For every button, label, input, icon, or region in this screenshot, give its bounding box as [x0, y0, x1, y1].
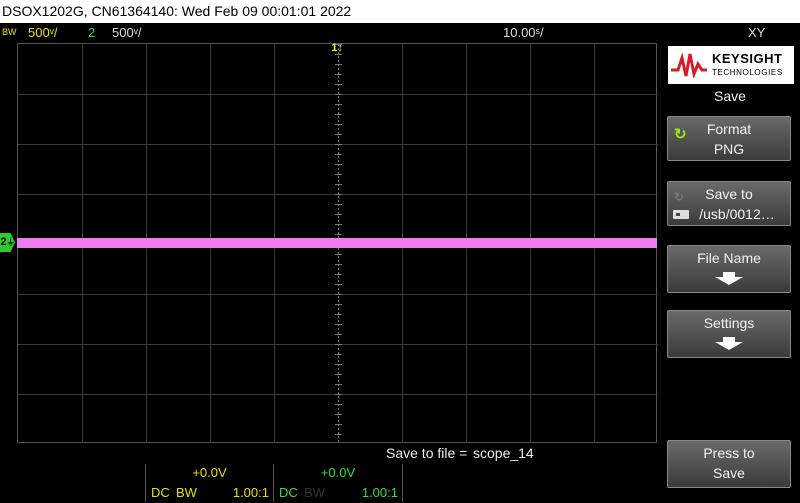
timebase-readout[interactable]: 10.00ˢ/: [503, 23, 544, 42]
ch2-scale[interactable]: 500ᵛ/: [112, 23, 141, 42]
save-message-filename: scope_14: [473, 445, 534, 461]
ch1-offset: +0.0V: [192, 465, 227, 480]
status-bar: BW 500ᵛ/ 2 500ᵛ/ 10.00ˢ/ XY: [0, 23, 800, 42]
trigger-arrow-icon: ↕: [337, 42, 343, 54]
logo-name: KEYSIGHT: [712, 51, 783, 66]
mode-readout[interactable]: XY: [748, 23, 765, 42]
ch1-scale[interactable]: 500ᵛ/: [28, 23, 57, 42]
ch2-trace: [17, 238, 657, 248]
bw-limit-tag: BW: [2, 27, 17, 37]
ground-icon: ⏚: [6, 238, 15, 247]
save-to-path: /usb/0012…: [699, 206, 775, 222]
format-value: PNG: [713, 141, 745, 157]
window-title: DSOX1202G, CN61364140: Wed Feb 09 00:01:…: [0, 0, 800, 23]
keysight-logo: KEYSIGHT TECHNOLOGIES: [668, 46, 794, 84]
logo-subtitle: TECHNOLOGIES: [712, 68, 783, 77]
ch2-ground-marker[interactable]: 2⏚: [0, 233, 15, 252]
save-label: Save: [713, 465, 745, 481]
keysight-wave-icon: [671, 52, 707, 78]
trigger-position-marker[interactable]: 1↕: [328, 43, 346, 59]
ch2-probe-ratio: 1.00:1: [361, 485, 398, 500]
press-to-save-softkey[interactable]: Press to Save: [667, 440, 791, 488]
ch1-bw-limit: BW: [176, 485, 197, 500]
ch2-bw-limit: BW: [304, 485, 325, 500]
ch1-probe-ratio: 1.00:1: [232, 485, 269, 500]
softkey-panel: KEYSIGHT TECHNOLOGIES Save ↻ Format PNG …: [660, 42, 800, 503]
arrow-down-icon: [715, 272, 743, 285]
settings-softkey[interactable]: Settings: [667, 310, 791, 358]
format-label: Format: [706, 121, 752, 137]
ch2-offset: +0.0V: [320, 465, 356, 480]
save-message-label: Save to file =: [386, 445, 468, 461]
message-bar: Save to file = scope_14: [0, 443, 657, 463]
channel-info-bar: +0.0V DC BW 1.00:1 +0.0V DC BW 1.00:1: [0, 463, 657, 503]
press-to-label: Press to: [703, 445, 755, 461]
ch1-coupling: DC: [151, 485, 170, 500]
format-softkey[interactable]: ↻ Format PNG: [667, 116, 791, 161]
ch1-info-box[interactable]: +0.0V DC BW 1.00:1: [145, 464, 274, 502]
file-name-label: File Name: [697, 250, 761, 266]
save-to-softkey[interactable]: ↻ Save to /usb/0012…: [667, 181, 791, 226]
ch2-number[interactable]: 2: [88, 23, 95, 42]
ch2-coupling: DC: [279, 485, 298, 500]
settings-label: Settings: [703, 315, 755, 331]
file-name-softkey[interactable]: File Name: [667, 245, 791, 293]
arrow-down-icon: [715, 337, 743, 350]
save-to-label: Save to: [705, 186, 753, 202]
ch2-info-box[interactable]: +0.0V DC BW 1.00:1: [273, 464, 403, 502]
menu-title: Save: [714, 88, 746, 104]
